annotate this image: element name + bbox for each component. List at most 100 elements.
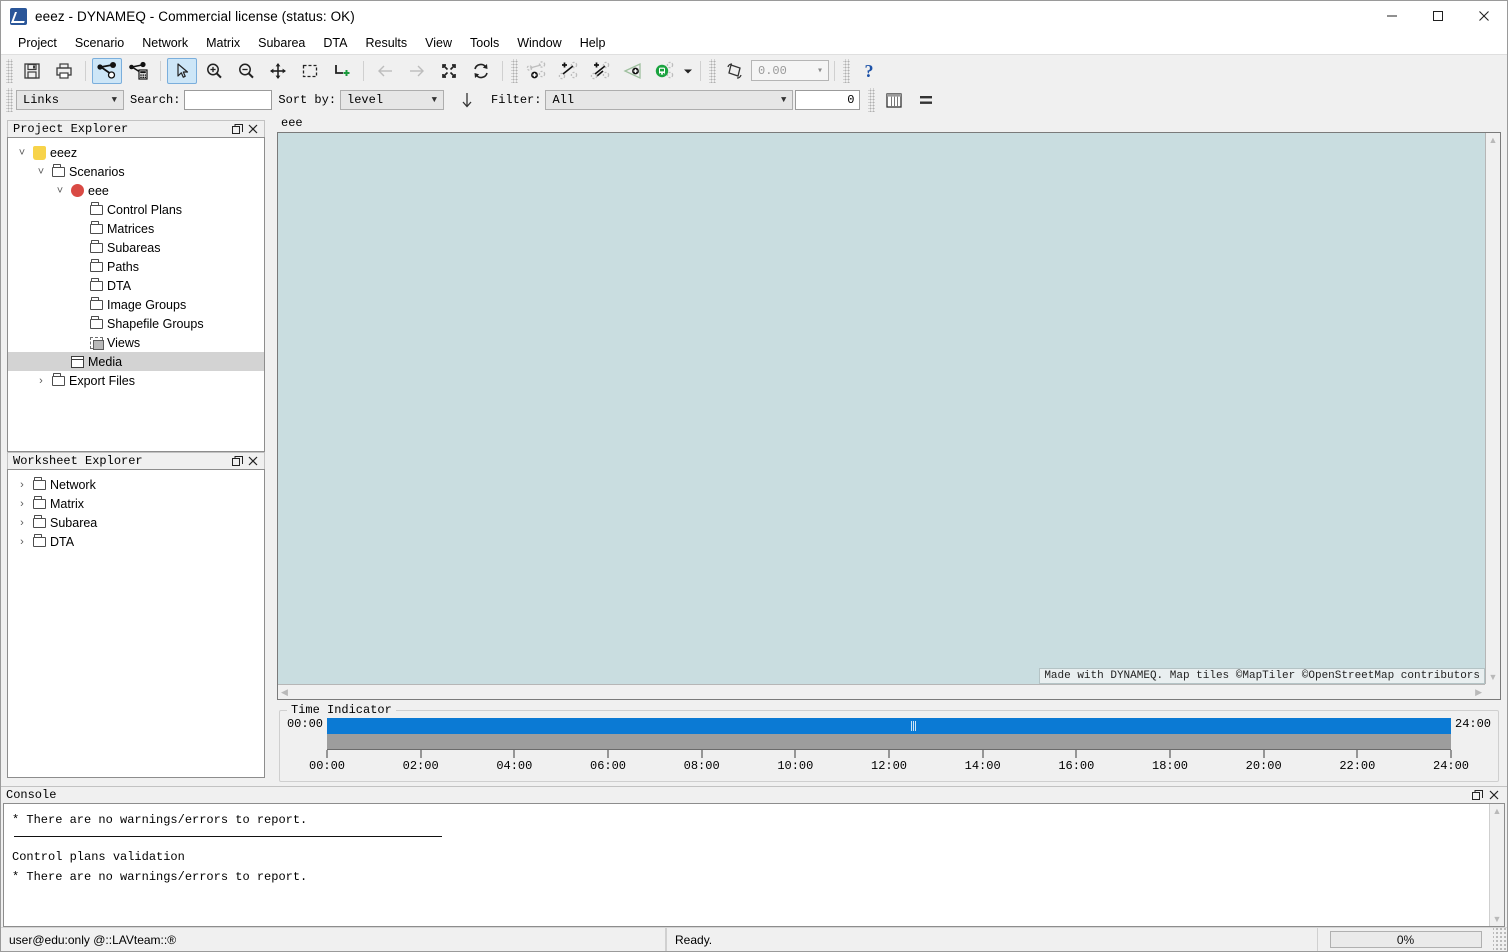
maximize-button[interactable]	[1415, 1, 1461, 31]
close-button[interactable]	[1461, 1, 1507, 31]
scroll-down-icon[interactable]: ▼	[1486, 670, 1501, 684]
filter-count-field[interactable]: 0	[795, 90, 861, 110]
menu-results[interactable]: Results	[356, 34, 416, 52]
map-horizontal-scrollbar[interactable]: ◀ ▶	[278, 684, 1485, 699]
table-view-icon[interactable]	[879, 87, 909, 113]
viewbar-grip[interactable]	[868, 88, 876, 112]
console-scrollbar[interactable]: ▲ ▼	[1489, 804, 1504, 926]
project-tree-item[interactable]: Shapefile Groups	[8, 314, 264, 333]
menu-help[interactable]: Help	[571, 34, 615, 52]
worksheet-explorer-close-button[interactable]	[246, 454, 260, 468]
project-tree-item[interactable]: ˅ eeez	[8, 143, 264, 162]
minimize-button[interactable]	[1369, 1, 1415, 31]
menu-window[interactable]: Window	[508, 34, 570, 52]
chevron-right-icon[interactable]: ›	[14, 517, 30, 529]
project-tree-item[interactable]: DTA	[8, 276, 264, 295]
menu-view[interactable]: View	[416, 34, 461, 52]
add-link-icon[interactable]	[554, 58, 584, 84]
pan-icon[interactable]	[263, 58, 293, 84]
zoom-to-fit-icon[interactable]	[434, 58, 464, 84]
zoom-in-icon[interactable]	[199, 58, 229, 84]
chevron-right-icon[interactable]: ›	[14, 536, 30, 548]
rotation-angle-combobox[interactable]: 0.00 ▾	[751, 60, 829, 81]
project-tree-item[interactable]: Matrices	[8, 219, 264, 238]
chevron-down-icon[interactable]: ˅	[52, 185, 68, 197]
console-output[interactable]: * There are no warnings/errors to report…	[4, 804, 1489, 926]
project-tree-item[interactable]: Media	[8, 352, 264, 371]
project-tree-item[interactable]: ˅ eee	[8, 181, 264, 200]
forward-arrow-icon[interactable]	[402, 58, 432, 84]
rotate-icon[interactable]	[720, 58, 750, 84]
console-scroll-up-icon[interactable]: ▲	[1490, 804, 1505, 818]
project-tree-item[interactable]: › Export Files	[8, 371, 264, 390]
network-calculator-icon[interactable]	[124, 58, 154, 84]
worksheet-tree-item[interactable]: › Network	[8, 475, 264, 494]
back-arrow-icon[interactable]	[370, 58, 400, 84]
object-type-select[interactable]: Links ▼	[16, 90, 124, 110]
scroll-right-icon[interactable]: ▶	[1472, 685, 1485, 700]
menu-tools[interactable]: Tools	[461, 34, 508, 52]
menu-matrix[interactable]: Matrix	[197, 34, 249, 52]
chevron-right-icon[interactable]: ›	[14, 479, 30, 491]
refresh-icon[interactable]	[466, 58, 496, 84]
menu-subarea[interactable]: Subarea	[249, 34, 314, 52]
window-resize-grip[interactable]	[1493, 928, 1507, 951]
add-centroid-icon[interactable]	[618, 58, 648, 84]
project-tree-item[interactable]: ˅ Scenarios	[8, 162, 264, 181]
rubber-band-select-icon[interactable]	[295, 58, 325, 84]
map-tab-label[interactable]: eee	[277, 114, 1501, 132]
toolbar-grip[interactable]	[6, 58, 13, 83]
title-bar: eeez - DYNAMEQ - Commercial license (sta…	[1, 1, 1507, 31]
sort-by-select[interactable]: level ▼	[340, 90, 445, 110]
project-tree-item[interactable]: Subareas	[8, 238, 264, 257]
project-tree-item[interactable]: Views	[8, 333, 264, 352]
project-tree-item[interactable]: Control Plans	[8, 200, 264, 219]
zoom-out-icon[interactable]	[231, 58, 261, 84]
filter-select[interactable]: All ▼	[545, 90, 794, 110]
toolbar-separator	[834, 60, 835, 81]
select-pointer-icon[interactable]	[167, 57, 197, 84]
add-transit-icon[interactable]	[650, 58, 680, 84]
worksheet-tree-item[interactable]: › DTA	[8, 532, 264, 551]
menu-scenario[interactable]: Scenario	[66, 34, 133, 52]
arrow-down-icon[interactable]	[452, 87, 482, 113]
add-polyline-icon[interactable]	[327, 58, 357, 84]
menu-project[interactable]: Project	[9, 34, 66, 52]
help-icon[interactable]: ?	[854, 58, 884, 84]
save-icon[interactable]	[17, 58, 47, 84]
chevron-right-icon[interactable]: ›	[14, 498, 30, 510]
project-tree-item[interactable]: Image Groups	[8, 295, 264, 314]
console-close-button[interactable]	[1487, 788, 1501, 802]
console-scroll-down-icon[interactable]: ▼	[1490, 912, 1505, 926]
toolbar-grip[interactable]	[511, 58, 518, 83]
console-float-button[interactable]	[1470, 788, 1484, 802]
toolbar-grip[interactable]	[709, 58, 716, 83]
worksheet-tree-item[interactable]: › Matrix	[8, 494, 264, 513]
time-slider-track[interactable]: 00:00 02:00 04:00 06:00 08:00 10:00 12:00 14:00…	[309, 718, 1469, 773]
project-tree-item[interactable]: Paths	[8, 257, 264, 276]
network-links-icon[interactable]	[92, 57, 122, 84]
filterbar-grip[interactable]	[6, 88, 13, 112]
project-explorer-close-button[interactable]	[246, 122, 260, 136]
print-icon[interactable]	[49, 58, 79, 84]
list-view-icon[interactable]	[911, 87, 941, 113]
scroll-up-icon[interactable]: ▲	[1486, 133, 1501, 147]
menu-network[interactable]: Network	[133, 34, 197, 52]
search-input[interactable]	[184, 90, 273, 110]
map-canvas[interactable]: Made with DYNAMEQ. Map tiles ©MapTiler ©…	[278, 133, 1485, 684]
chevron-right-icon[interactable]: ›	[33, 375, 49, 387]
worksheet-tree-item[interactable]: › Subarea	[8, 513, 264, 532]
transit-dropdown-icon[interactable]	[681, 58, 695, 84]
edit-link-icon[interactable]	[586, 58, 616, 84]
toolbar-grip[interactable]	[843, 58, 850, 83]
chevron-down-icon[interactable]: ˅	[33, 166, 49, 178]
add-node-icon[interactable]	[522, 58, 552, 84]
project-explorer-float-button[interactable]	[230, 122, 244, 136]
scroll-left-icon[interactable]: ◀	[278, 685, 291, 700]
chevron-down-icon[interactable]: ˅	[14, 147, 30, 159]
menu-dta[interactable]: DTA	[314, 34, 356, 52]
time-slider-fill[interactable]	[327, 718, 1451, 734]
map-vertical-scrollbar[interactable]: ▲ ▼	[1485, 133, 1500, 684]
worksheet-explorer-float-button[interactable]	[230, 454, 244, 468]
time-slider-handle[interactable]	[911, 721, 918, 731]
